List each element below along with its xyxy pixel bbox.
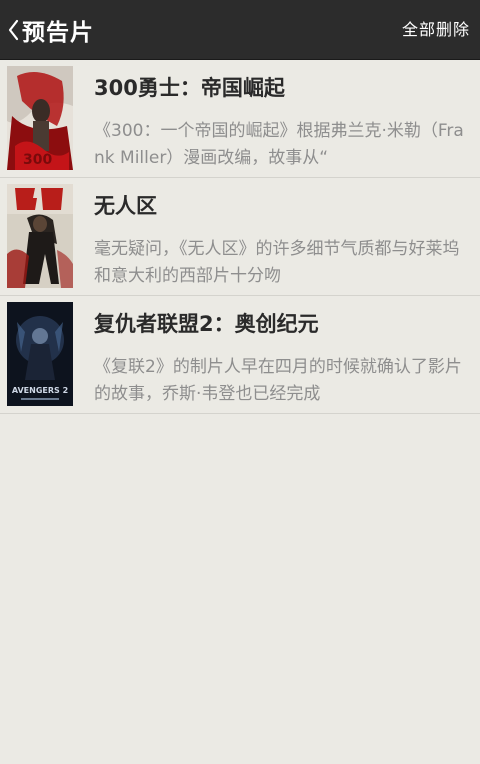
top-bar: 预告片 全部删除: [0, 0, 480, 60]
trailer-description: 《复联2》的制片人早在四月的时候就确认了影片的故事，乔斯·韦登也已经完成: [94, 357, 462, 404]
poster-300-thumbnail: 300: [7, 66, 73, 170]
chevron-left-icon: [4, 16, 22, 44]
poster-no-mans-land-thumbnail: [7, 184, 73, 288]
trailer-description: 毫无疑问，《无人区》的许多细节气质都与好莱坞和意大利的西部片十分吻: [94, 239, 460, 286]
trailer-description: 《300：一个帝国的崛起》根据弗兰克·米勒（Frank Miller）漫画改编，…: [94, 121, 464, 168]
trailer-list: 300 300勇士：帝国崛起 《300：一个帝国的崛起》根据弗兰克·米勒（Fra…: [0, 60, 480, 414]
page-title: 预告片: [22, 19, 94, 46]
trailer-item-no-mans-land[interactable]: 无人区 毫无疑问，《无人区》的许多细节气质都与好莱坞和意大利的西部片十分吻: [0, 178, 480, 296]
trailer-title: 无人区: [94, 194, 157, 218]
svg-text:300: 300: [23, 152, 52, 168]
delete-all-button[interactable]: 全部删除: [402, 0, 470, 60]
trailer-item-avengers-2[interactable]: AVENGERS 2 复仇者联盟2：奥创纪元 《复联2》的制片人早在四月的时候就…: [0, 296, 480, 414]
trailer-title: 300勇士：帝国崛起: [94, 76, 285, 100]
trailer-title: 复仇者联盟2：奥创纪元: [94, 312, 319, 336]
poster-avengers-2-thumbnail: AVENGERS 2: [7, 302, 73, 406]
avengers-logo-text: AVENGERS 2: [12, 386, 68, 395]
trailer-item-300[interactable]: 300 300勇士：帝国崛起 《300：一个帝国的崛起》根据弗兰克·米勒（Fra…: [0, 60, 480, 178]
back-button[interactable]: 预告片: [0, 0, 120, 60]
